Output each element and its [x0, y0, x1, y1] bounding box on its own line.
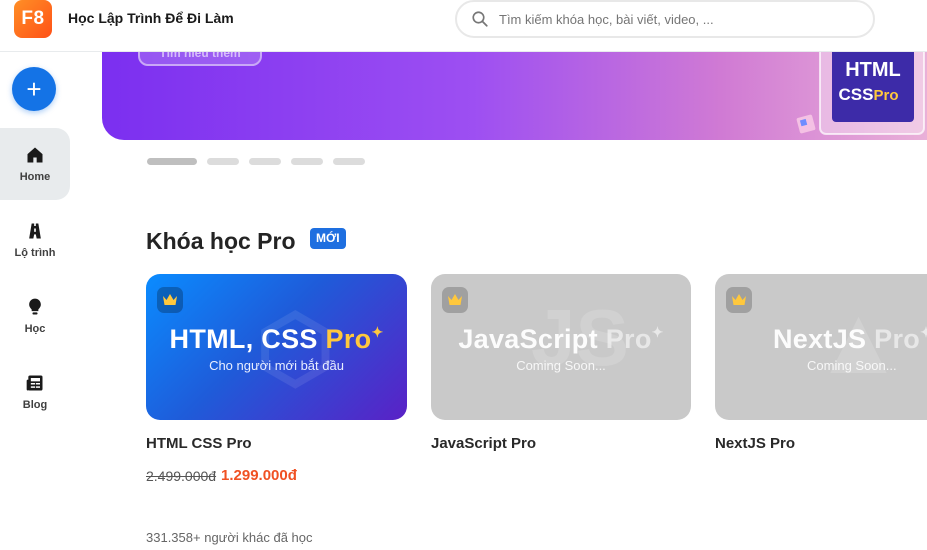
- course-headline-text: NextJS: [773, 324, 867, 354]
- road-icon: [29, 223, 41, 239]
- course-headline: JavaScript Pro✦: [431, 324, 691, 355]
- newspaper-icon: [26, 375, 43, 391]
- sparkle-icon: ✦: [920, 324, 927, 340]
- home-icon: [27, 147, 43, 163]
- course-title[interactable]: NextJS Pro: [715, 435, 795, 452]
- sidebar-item-roadmap[interactable]: Lộ trình: [0, 204, 70, 276]
- search-input[interactable]: [499, 11, 859, 27]
- new-badge: MỚI: [310, 228, 346, 249]
- f8-logo[interactable]: F8: [14, 0, 52, 38]
- brand-title[interactable]: Học Lập Trình Để Đi Làm: [68, 10, 234, 26]
- slide-dot-active[interactable]: [147, 158, 197, 165]
- sidebar-item-blog[interactable]: Blog: [0, 356, 70, 428]
- promo-banner[interactable]: Tìm hiểu thêm HTML CSS Pro: [102, 52, 927, 140]
- sidebar-item-label: Lộ trình: [14, 247, 56, 259]
- learners-count: 331.358+ người khác đã học: [146, 530, 313, 545]
- course-headline: NextJS Pro✦: [773, 324, 927, 355]
- artwork-text: Pro: [873, 87, 898, 104]
- sparkle-icon: ✦: [371, 324, 384, 340]
- crown-icon: [726, 287, 752, 313]
- pro-label: Pro: [874, 324, 921, 354]
- sidebar-item-home[interactable]: Home: [0, 128, 70, 200]
- pro-label: Pro: [325, 324, 372, 354]
- lightbulb-icon: [29, 298, 41, 315]
- sidebar-item-label: Home: [19, 171, 51, 183]
- sidebar-item-learn[interactable]: Học: [0, 280, 70, 352]
- artwork-text: CSS: [839, 85, 874, 104]
- artwork-text: HTML: [845, 59, 901, 81]
- sale-price: 1.299.000đ: [221, 467, 297, 484]
- top-header: F8 Học Lập Trình Để Đi Làm: [0, 0, 927, 52]
- course-subtitle: Coming Soon...: [516, 358, 606, 373]
- crown-icon: [157, 287, 183, 313]
- learners-text: người khác đã học: [204, 530, 313, 545]
- course-headline-text: JavaScript: [458, 324, 598, 354]
- old-price: 2.499.000đ: [146, 468, 217, 484]
- sidebar-item-label: Blog: [22, 399, 48, 411]
- html-css-pro-artwork: HTML CSS Pro: [796, 52, 925, 135]
- course-headline-text: HTML, CSS: [169, 324, 318, 354]
- course-card-html-css[interactable]: ⬡ HTML, CSS Pro✦ Cho người mới bắt đầu: [146, 274, 407, 420]
- sparkle-icon: ✦: [651, 324, 664, 340]
- pro-label: Pro: [605, 324, 652, 354]
- crown-icon: [442, 287, 468, 313]
- course-title[interactable]: HTML CSS Pro: [146, 435, 252, 452]
- sidebar-item-label: Học: [24, 323, 46, 335]
- course-card-javascript[interactable]: JS JavaScript Pro✦ Coming Soon...: [431, 274, 691, 420]
- course-subtitle: Coming Soon...: [807, 358, 897, 373]
- sidebar: + Home Lộ trình Học Blog: [0, 52, 96, 550]
- search-icon: [472, 11, 488, 27]
- learn-more-button[interactable]: Tìm hiểu thêm: [138, 52, 262, 66]
- slide-dot[interactable]: [333, 158, 365, 165]
- course-title[interactable]: JavaScript Pro: [431, 435, 536, 452]
- course-card-nextjs[interactable]: ▲ NextJS Pro✦ Coming Soon...: [715, 274, 927, 420]
- cube-icon: [796, 114, 816, 134]
- search-bar[interactable]: [455, 0, 875, 38]
- course-headline: HTML, CSS Pro✦: [146, 324, 407, 355]
- learners-number: 331.358+: [146, 530, 201, 545]
- course-subtitle: Cho người mới bắt đầu: [209, 358, 344, 373]
- slide-dot[interactable]: [291, 158, 323, 165]
- add-button[interactable]: +: [12, 67, 56, 111]
- section-title: Khóa học Pro: [146, 228, 296, 254]
- slide-dot[interactable]: [249, 158, 281, 165]
- slide-dot[interactable]: [207, 158, 239, 165]
